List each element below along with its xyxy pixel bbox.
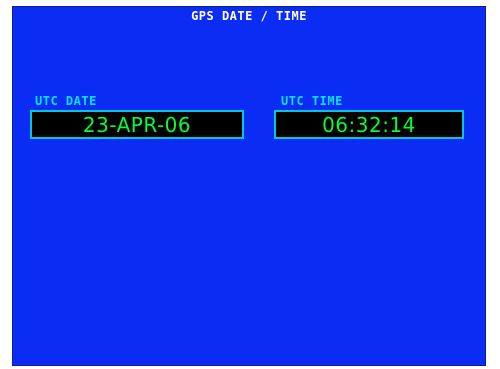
utc-date-value: 23-APR-06 [82,112,192,137]
utc-time-field: 06:32:14 [274,110,464,139]
utc-time-label: UTC TIME [281,94,343,108]
utc-date-label: UTC DATE [35,94,97,108]
page-title: GPS DATE / TIME [191,9,307,23]
utc-time-value: 06:32:14 [322,112,416,137]
gps-display-screen: GPS DATE / TIME UTC DATE 23-APR-06 UTC T… [12,6,486,366]
utc-date-field: 23-APR-06 [30,110,244,139]
